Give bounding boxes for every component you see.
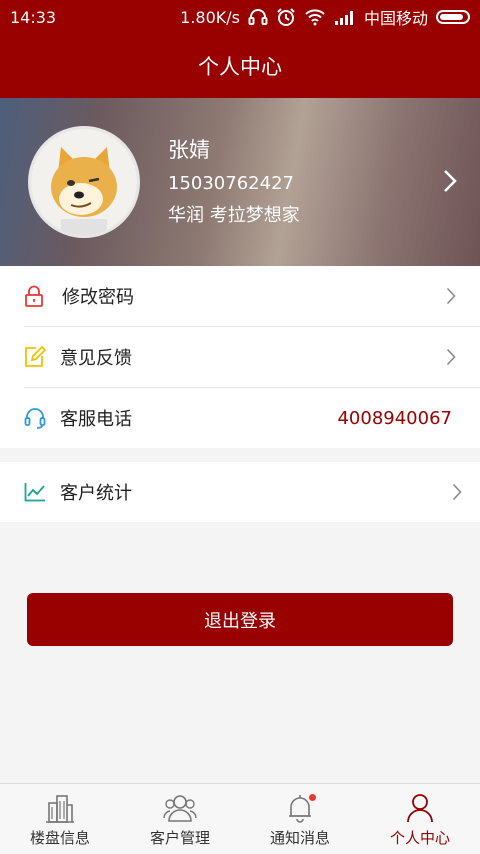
service-phone-row[interactable]: 客服电话 4008940067 [0, 388, 480, 448]
chevron-right-icon [452, 483, 462, 501]
status-bar: 14:33 1.80K/s 中国移动 [0, 0, 480, 34]
feedback-label: 意见反馈 [60, 348, 132, 369]
carrier-name: 中国移动 [363, 9, 428, 28]
service-phone-number[interactable]: 4008940067 [337, 408, 452, 429]
building-icon [44, 793, 76, 823]
page-title: 个人中心 [198, 55, 282, 79]
bottom-tab-bar: 楼盘信息 客户管理 通知消息 个人中心 [0, 783, 480, 854]
network-speed: 1.80K/s [180, 7, 240, 27]
tab-label: 客户管理 [149, 829, 210, 847]
person-icon [406, 793, 434, 823]
chevron-right-icon [446, 348, 456, 366]
status-time: 14:33 [10, 7, 57, 27]
tab-notifications[interactable]: 通知消息 [240, 784, 360, 854]
profile-phone: 15030762427 [168, 173, 294, 194]
customer-stats-row[interactable]: 客户统计 [0, 462, 480, 522]
tab-property-info[interactable]: 楼盘信息 [0, 784, 120, 854]
wifi-icon [304, 8, 326, 26]
status-right: 1.80K/s 中国移动 [180, 5, 470, 29]
tab-personal-center[interactable]: 个人中心 [360, 784, 480, 854]
users-icon [163, 793, 197, 823]
signal-icon [334, 9, 356, 25]
chevron-right-icon [446, 287, 456, 305]
headset-icon [24, 407, 46, 429]
page-header: 个人中心 [0, 34, 480, 98]
logout-button[interactable]: 退出登录 [27, 593, 453, 646]
stats-group: 客户统计 [0, 462, 480, 522]
tab-label: 通知消息 [269, 829, 330, 847]
alarm-icon [276, 7, 296, 27]
change-password-row[interactable]: 修改密码 [0, 266, 480, 326]
feedback-row[interactable]: 意见反馈 [0, 327, 480, 387]
profile-name: 张婧 [168, 138, 210, 162]
tab-label: 个人中心 [389, 829, 450, 847]
headset-icon [248, 8, 268, 26]
settings-group: 修改密码 意见反馈 客服电话 4008940067 [0, 266, 480, 448]
lock-icon [24, 285, 44, 307]
profile-company: 华润 考拉梦想家 [168, 205, 300, 226]
change-password-label: 修改密码 [62, 287, 134, 308]
edit-icon [24, 346, 46, 368]
tab-label: 楼盘信息 [29, 829, 90, 847]
chevron-right-icon [442, 168, 458, 198]
customer-stats-label: 客户统计 [60, 483, 132, 504]
tab-customer-management[interactable]: 客户管理 [120, 784, 240, 854]
notification-badge [309, 794, 316, 801]
profile-card[interactable]: 张婧 15030762427 华润 考拉梦想家 [0, 98, 480, 266]
battery-icon [436, 10, 470, 24]
line-chart-icon [24, 482, 46, 502]
avatar [28, 126, 140, 238]
service-phone-label: 客服电话 [60, 409, 132, 430]
